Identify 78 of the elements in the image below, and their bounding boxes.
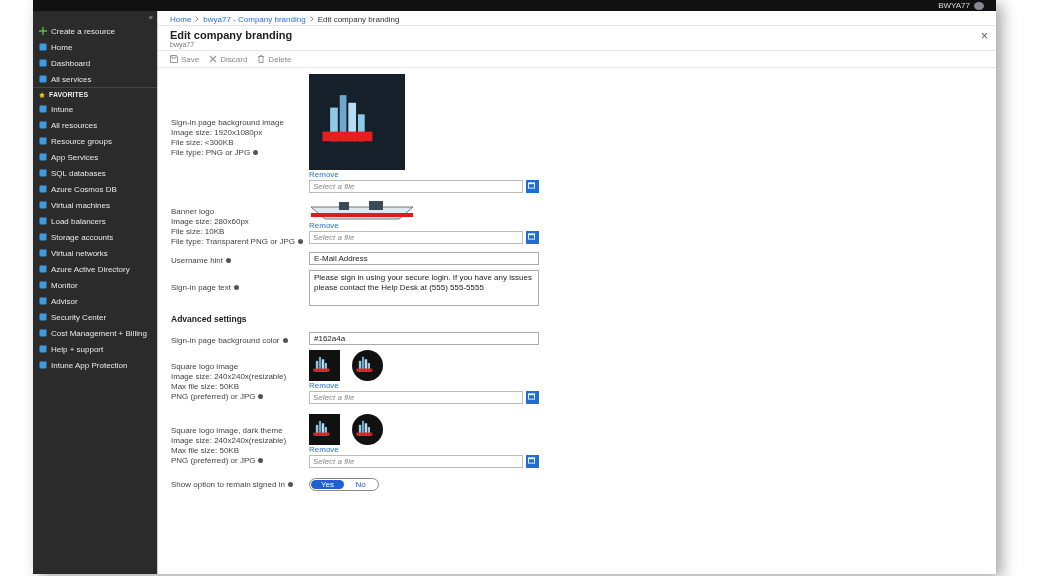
breadcrumb-current: Edit company branding	[317, 14, 400, 24]
plus-icon	[39, 27, 47, 35]
sidebar-item[interactable]: Azure Active Directory	[33, 261, 157, 277]
folder-icon	[528, 182, 535, 189]
x-icon	[209, 55, 218, 63]
sidebar-item[interactable]: Load balancers	[33, 213, 157, 229]
text-field[interactable]: E-Mail Address	[309, 252, 539, 265]
blade-title: Edit company branding	[170, 29, 293, 41]
browse-button[interactable]	[526, 180, 539, 193]
section-heading: Advanced settings	[171, 314, 248, 324]
sidebar-item[interactable]: Virtual networks	[33, 245, 157, 261]
avatar-circle[interactable]	[974, 1, 984, 10]
info-icon[interactable]	[258, 394, 264, 400]
logo-image	[309, 414, 340, 445]
remove-link[interactable]: Remove	[309, 221, 339, 231]
toggle-option[interactable]: No	[344, 480, 377, 489]
logo-image	[352, 414, 383, 445]
user-name[interactable]: BWYA77	[938, 0, 970, 11]
sidebar-item[interactable]: Help + support	[33, 341, 157, 357]
sidebar-item[interactable]: Intune App Protection	[33, 357, 157, 373]
sidebar-item[interactable]: Security Center	[33, 309, 157, 325]
breadcrumb-link[interactable]: bwya77 - Company branding	[203, 14, 306, 24]
sidebar-item[interactable]: Azure Cosmos DB	[33, 181, 157, 197]
file-field[interactable]: Select a file	[309, 231, 523, 244]
browse-button[interactable]	[526, 455, 539, 468]
remove-link[interactable]: Remove	[309, 445, 339, 455]
logo-image	[352, 350, 383, 381]
logo-image	[309, 350, 340, 381]
browse-button[interactable]	[526, 231, 539, 244]
file-field[interactable]: Select a file	[309, 455, 523, 468]
floppy-icon	[170, 55, 178, 63]
folder-icon	[528, 393, 535, 400]
info-icon[interactable]	[226, 258, 232, 264]
info-icon[interactable]	[298, 238, 304, 244]
sidebar-item[interactable]: SQL databases	[33, 165, 157, 181]
info-icon[interactable]	[287, 481, 293, 487]
toggle-option[interactable]: Yes	[311, 480, 344, 489]
file-field[interactable]: Select a file	[309, 180, 523, 193]
trash-icon	[257, 55, 266, 63]
folder-icon	[528, 457, 535, 464]
breadcrumb-link[interactable]: Home	[170, 14, 192, 24]
field-label: Sign-in page background color	[171, 336, 309, 346]
field-label: Square logo image Image size: 240x240x(resizable) Max file size: 50KB PNG (preferred) or JPG	[171, 362, 288, 402]
sidebar-item[interactable]: All resources	[33, 117, 157, 133]
field-label: Username hint	[171, 256, 309, 266]
close-button[interactable]: ×	[981, 29, 988, 43]
sidebar-item[interactable]: Dashboard	[33, 55, 157, 71]
text-area[interactable]: Please sign in using your secure login. If you have any issues please contact the Help Desk at (555) 555-5555	[309, 270, 539, 306]
field-label: Show option to remain signed in	[171, 479, 309, 490]
info-icon[interactable]	[253, 149, 259, 155]
chevron-icon	[309, 16, 314, 22]
sidebar-item[interactable]: Storage accounts	[33, 229, 157, 245]
sidebar-item[interactable]: Home	[33, 39, 157, 55]
sidebar-item[interactable]: Intune	[33, 101, 157, 117]
file-field[interactable]: Select a file	[309, 391, 523, 404]
sidebar-item[interactable]: Cost Management + Billing	[33, 325, 157, 341]
collapse-button[interactable]: «	[144, 13, 157, 23]
text-field[interactable]: #162a4a	[309, 332, 539, 345]
field-label: Square logo image, dark theme Image size: 240x240x(resizable) Max file size: 50KB PNG (preferred) or JPG	[171, 426, 288, 466]
info-icon[interactable]	[234, 285, 240, 291]
sidebar-item[interactable]: Create a resource	[33, 23, 157, 39]
folder-icon	[528, 233, 535, 240]
field-label: Sign-in page text	[171, 283, 309, 293]
browse-button[interactable]	[526, 391, 539, 404]
info-icon[interactable]	[282, 338, 288, 344]
sidebar-item[interactable]: Monitor	[33, 277, 157, 293]
sidebar-item[interactable]: Resource groups	[33, 133, 157, 149]
remove-link[interactable]: Remove	[309, 381, 339, 391]
field-label: Banner logo Image size: 280x60px File size: 10KB File type: Transparent PNG or JPG	[171, 206, 309, 247]
field-label: Sign-in page background image Image size: 1920x1080px File size: <300KB File type: PNG or JPG	[171, 117, 285, 158]
sidebar-item[interactable]: All services	[33, 71, 157, 87]
remove-link[interactable]: Remove	[309, 170, 339, 180]
info-icon[interactable]	[258, 458, 264, 464]
sidebar-item[interactable]: App Services	[33, 149, 157, 165]
chevron-icon	[195, 16, 200, 22]
sidebar-item[interactable]: Virtual machines	[33, 197, 157, 213]
sidebar-item[interactable]: Advisor	[33, 293, 157, 309]
star-icon	[39, 91, 45, 98]
